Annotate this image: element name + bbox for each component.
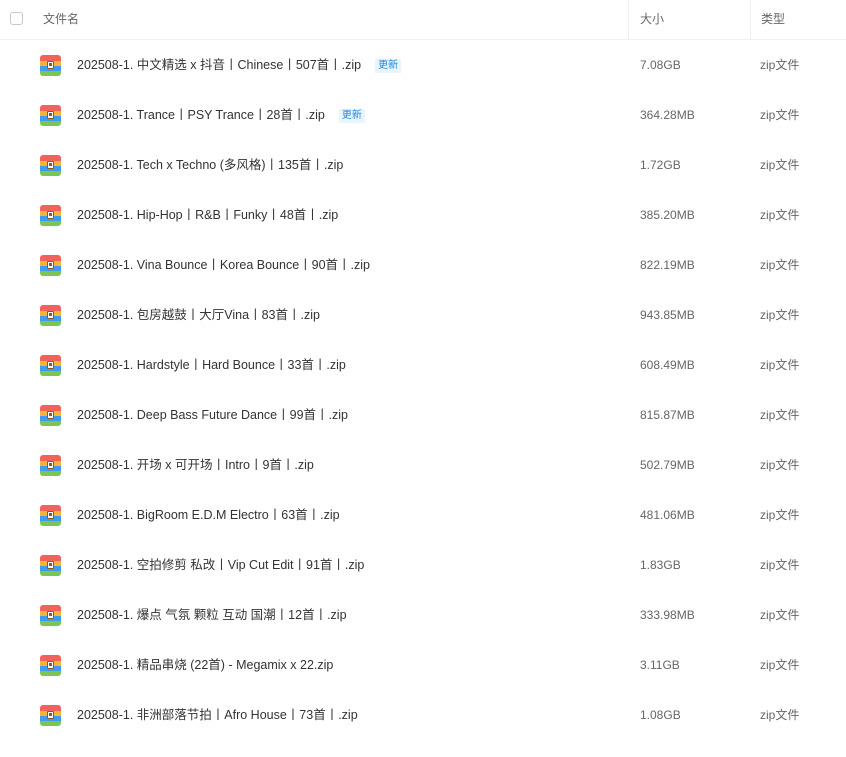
zip-archive-icon xyxy=(40,305,61,326)
column-header-type[interactable]: 类型 xyxy=(761,0,785,38)
file-name-text[interactable]: 202508-1. 中文精选 x 抖音丨Chinese丨507首丨.zip xyxy=(77,58,361,72)
file-name[interactable]: 202508-1. BigRoom E.D.M Electro丨63首丨.zip xyxy=(77,490,340,540)
table-row[interactable]: 202508-1. 精品串烧 (22首) - Megamix x 22.zip … xyxy=(0,640,846,690)
table-row[interactable]: 202508-1. Deep Bass Future Dance丨99首丨.zi… xyxy=(0,390,846,440)
table-row[interactable]: 202508-1. BigRoom E.D.M Electro丨63首丨.zip… xyxy=(0,490,846,540)
file-name-text[interactable]: 202508-1. 精品串烧 (22首) - Megamix x 22.zip xyxy=(77,658,333,672)
file-name[interactable]: 202508-1. Vina Bounce丨Korea Bounce丨90首丨.… xyxy=(77,240,370,290)
file-type: zip文件 xyxy=(760,108,800,122)
zip-archive-icon xyxy=(40,105,61,126)
file-name-text[interactable]: 202508-1. 开场 x 可开场丨Intro丨9首丨.zip xyxy=(77,458,314,472)
table-row[interactable]: 202508-1. Hip-Hop丨R&B丨Funky丨48首丨.zip 385… xyxy=(0,190,846,240)
table-row[interactable]: 202508-1. 包房越鼓丨大厅Vina丨83首丨.zip 943.85MB … xyxy=(0,290,846,340)
file-name-text[interactable]: 202508-1. 非洲部落节拍丨Afro House丨73首丨.zip xyxy=(77,708,358,722)
file-type: zip文件 xyxy=(760,358,800,372)
column-header-name[interactable]: 文件名 xyxy=(43,0,79,38)
file-type: zip文件 xyxy=(760,58,800,72)
file-name[interactable]: 202508-1. 爆点 气氛 颗粒 互动 国潮丨12首丨.zip xyxy=(77,590,347,640)
table-row[interactable]: 202508-1. 中文精选 x 抖音丨Chinese丨507首丨.zip 更新 … xyxy=(0,40,846,90)
file-name-text[interactable]: 202508-1. Hardstyle丨Hard Bounce丨33首丨.zip xyxy=(77,358,346,372)
zip-archive-icon xyxy=(40,405,61,426)
file-type: zip文件 xyxy=(760,158,800,172)
select-all-checkbox[interactable] xyxy=(10,12,23,25)
file-type: zip文件 xyxy=(760,658,800,672)
file-name-text[interactable]: 202508-1. Vina Bounce丨Korea Bounce丨90首丨.… xyxy=(77,258,370,272)
update-badge: 更新 xyxy=(338,109,365,123)
file-size: 943.85MB xyxy=(640,308,695,322)
zip-archive-icon xyxy=(40,355,61,376)
table-row[interactable]: 202508-1. Hardstyle丨Hard Bounce丨33首丨.zip… xyxy=(0,340,846,390)
file-name[interactable]: 202508-1. Hip-Hop丨R&B丨Funky丨48首丨.zip xyxy=(77,190,338,240)
file-name-text[interactable]: 202508-1. 包房越鼓丨大厅Vina丨83首丨.zip xyxy=(77,308,320,322)
file-size: 608.49MB xyxy=(640,358,695,372)
file-name-text[interactable]: 202508-1. Deep Bass Future Dance丨99首丨.zi… xyxy=(77,408,348,422)
zip-archive-icon xyxy=(40,605,61,626)
zip-archive-icon xyxy=(40,55,61,76)
file-type: zip文件 xyxy=(760,308,800,322)
file-type: zip文件 xyxy=(760,508,800,522)
zip-archive-icon xyxy=(40,455,61,476)
file-size: 481.06MB xyxy=(640,508,695,522)
file-name[interactable]: 202508-1. 精品串烧 (22首) - Megamix x 22.zip xyxy=(77,640,333,690)
file-name[interactable]: 202508-1. Hardstyle丨Hard Bounce丨33首丨.zip xyxy=(77,340,346,390)
table-row[interactable]: 202508-1. Trance丨PSY Trance丨28首丨.zip 更新 3… xyxy=(0,90,846,140)
zip-archive-icon xyxy=(40,155,61,176)
zip-archive-icon xyxy=(40,655,61,676)
file-type: zip文件 xyxy=(760,558,800,572)
file-name[interactable]: 202508-1. 非洲部落节拍丨Afro House丨73首丨.zip xyxy=(77,690,358,740)
file-size: 1.83GB xyxy=(640,558,681,572)
file-name-text[interactable]: 202508-1. 爆点 气氛 颗粒 互动 国潮丨12首丨.zip xyxy=(77,608,347,622)
file-size: 364.28MB xyxy=(640,108,695,122)
file-size: 333.98MB xyxy=(640,608,695,622)
file-size: 815.87MB xyxy=(640,408,695,422)
file-size: 1.08GB xyxy=(640,708,681,722)
file-name-text[interactable]: 202508-1. Tech x Techno (多风格)丨135首丨.zip xyxy=(77,158,343,172)
file-type: zip文件 xyxy=(760,708,800,722)
table-row[interactable]: 202508-1. Vina Bounce丨Korea Bounce丨90首丨.… xyxy=(0,240,846,290)
file-size: 822.19MB xyxy=(640,258,695,272)
file-size: 1.72GB xyxy=(640,158,681,172)
table-row[interactable]: 202508-1. 开场 x 可开场丨Intro丨9首丨.zip 502.79M… xyxy=(0,440,846,490)
zip-archive-icon xyxy=(40,555,61,576)
file-name-text[interactable]: 202508-1. Hip-Hop丨R&B丨Funky丨48首丨.zip xyxy=(77,208,338,222)
file-name[interactable]: 202508-1. Deep Bass Future Dance丨99首丨.zi… xyxy=(77,390,348,440)
file-name-text[interactable]: 202508-1. BigRoom E.D.M Electro丨63首丨.zip xyxy=(77,508,340,522)
file-size: 3.11GB xyxy=(640,658,680,672)
file-type: zip文件 xyxy=(760,608,800,622)
file-name[interactable]: 202508-1. 中文精选 x 抖音丨Chinese丨507首丨.zip 更新 xyxy=(77,40,402,90)
file-size: 7.08GB xyxy=(640,58,681,72)
file-name[interactable]: 202508-1. 开场 x 可开场丨Intro丨9首丨.zip xyxy=(77,440,314,490)
column-divider[interactable] xyxy=(628,0,629,40)
column-divider[interactable] xyxy=(750,0,751,40)
file-name[interactable]: 202508-1. 包房越鼓丨大厅Vina丨83首丨.zip xyxy=(77,290,320,340)
file-name-text[interactable]: 202508-1. 空拍修剪 私改丨Vip Cut Edit丨91首丨.zip xyxy=(77,558,364,572)
file-name[interactable]: 202508-1. 空拍修剪 私改丨Vip Cut Edit丨91首丨.zip xyxy=(77,540,364,590)
file-name[interactable]: 202508-1. Trance丨PSY Trance丨28首丨.zip 更新 xyxy=(77,90,365,140)
table-row[interactable]: 202508-1. Tech x Techno (多风格)丨135首丨.zip … xyxy=(0,140,846,190)
table-row[interactable]: 202508-1. 爆点 气氛 颗粒 互动 国潮丨12首丨.zip 333.98… xyxy=(0,590,846,640)
file-type: zip文件 xyxy=(760,408,800,422)
file-list-table: 文件名 大小 类型 202508-1. 中文精选 x 抖音丨Chinese丨50… xyxy=(0,0,846,740)
column-header-size[interactable]: 大小 xyxy=(640,0,664,38)
file-type: zip文件 xyxy=(760,208,800,222)
zip-archive-icon xyxy=(40,505,61,526)
file-name[interactable]: 202508-1. Tech x Techno (多风格)丨135首丨.zip xyxy=(77,140,343,190)
table-row[interactable]: 202508-1. 非洲部落节拍丨Afro House丨73首丨.zip 1.0… xyxy=(0,690,846,740)
update-badge: 更新 xyxy=(375,59,402,73)
zip-archive-icon xyxy=(40,205,61,226)
file-type: zip文件 xyxy=(760,258,800,272)
table-row[interactable]: 202508-1. 空拍修剪 私改丨Vip Cut Edit丨91首丨.zip … xyxy=(0,540,846,590)
file-rows: 202508-1. 中文精选 x 抖音丨Chinese丨507首丨.zip 更新 … xyxy=(0,40,846,740)
table-header: 文件名 大小 类型 xyxy=(0,0,846,40)
file-type: zip文件 xyxy=(760,458,800,472)
zip-archive-icon xyxy=(40,705,61,726)
file-name-text[interactable]: 202508-1. Trance丨PSY Trance丨28首丨.zip xyxy=(77,108,325,122)
zip-archive-icon xyxy=(40,255,61,276)
file-size: 385.20MB xyxy=(640,208,695,222)
file-size: 502.79MB xyxy=(640,458,695,472)
